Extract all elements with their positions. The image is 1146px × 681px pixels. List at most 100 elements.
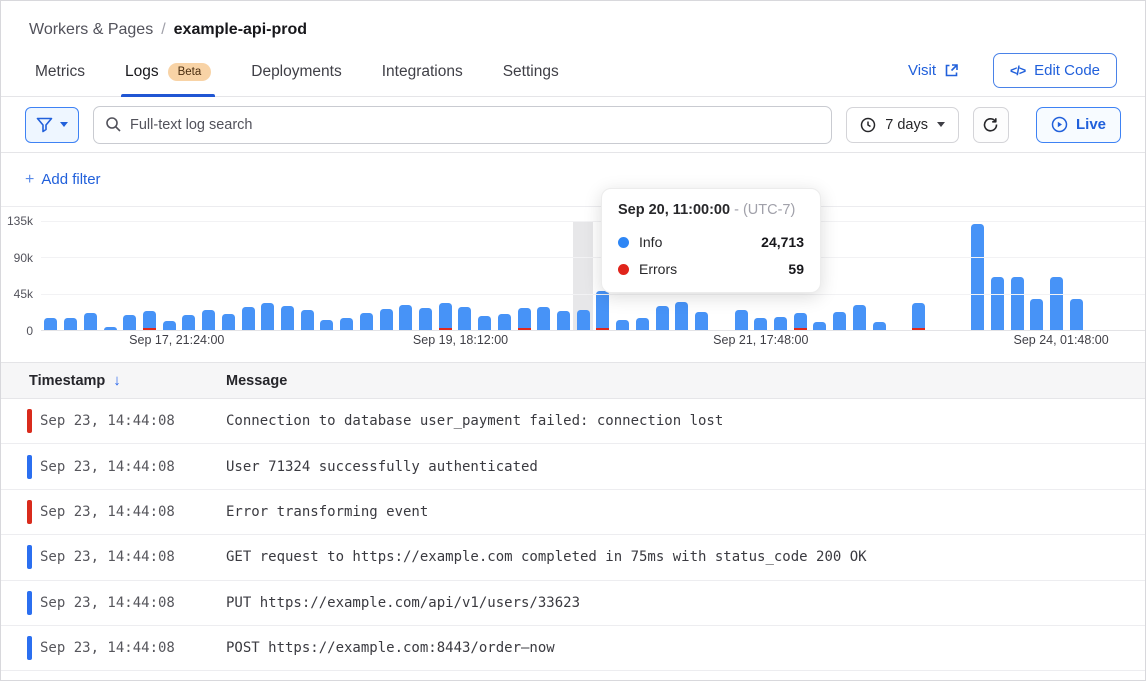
- search-input[interactable]: [93, 106, 832, 144]
- chart-bar[interactable]: [199, 221, 219, 330]
- chart-bar[interactable]: [988, 221, 1008, 330]
- refresh-button[interactable]: [973, 107, 1009, 143]
- chart-bar[interactable]: [61, 221, 81, 330]
- search-icon: [105, 116, 122, 133]
- y-axis-label: 45k: [1, 287, 33, 301]
- chart-bar[interactable]: [928, 221, 948, 330]
- live-button[interactable]: Live: [1036, 107, 1121, 143]
- log-row[interactable]: Sep 23, 14:44:08PUT https://example.com/…: [1, 581, 1145, 626]
- log-timestamp: Sep 23, 14:44:08: [1, 640, 226, 656]
- chart-bar[interactable]: [238, 221, 258, 330]
- tab-settings[interactable]: Settings: [503, 63, 559, 96]
- tab-deployments[interactable]: Deployments: [251, 63, 341, 96]
- chart-bar[interactable]: [357, 221, 377, 330]
- log-message: Error transforming event: [226, 504, 428, 520]
- log-message: Connection to database user_payment fail…: [226, 413, 723, 429]
- log-timestamp: Sep 23, 14:44:08: [1, 595, 226, 611]
- chart-bar[interactable]: [1126, 221, 1146, 330]
- chart-bar[interactable]: [120, 221, 140, 330]
- chart-bar[interactable]: [1106, 221, 1126, 330]
- log-row[interactable]: Sep 23, 14:44:08User 71324 successfully …: [1, 444, 1145, 489]
- chevron-down-icon: [60, 122, 68, 127]
- code-icon: </>: [1010, 64, 1025, 78]
- log-timestamp: Sep 23, 14:44:08: [1, 549, 226, 565]
- breadcrumb-workers-pages-link[interactable]: Workers & Pages: [29, 21, 153, 39]
- chart-bar[interactable]: [435, 221, 455, 330]
- funnel-icon: [36, 117, 53, 133]
- log-row[interactable]: Sep 23, 14:44:08POST https://example.com…: [1, 626, 1145, 671]
- tooltip-row: Info 24,713: [618, 234, 804, 250]
- chart-bar[interactable]: [475, 221, 495, 330]
- chart-bar[interactable]: [140, 221, 160, 330]
- chart-bar[interactable]: [376, 221, 396, 330]
- severity-indicator-error: [27, 500, 32, 524]
- chart-bar[interactable]: [337, 221, 357, 330]
- column-header-timestamp[interactable]: Timestamp ↓: [1, 372, 226, 389]
- chart-bar[interactable]: [317, 221, 337, 330]
- log-row[interactable]: Sep 23, 14:44:08Error transforming event: [1, 490, 1145, 535]
- chart-bar[interactable]: [416, 221, 436, 330]
- chart-bar[interactable]: [1086, 221, 1106, 330]
- chart-bar[interactable]: [495, 221, 515, 330]
- add-filter-button[interactable]: + Add filter: [25, 171, 101, 189]
- edit-code-button[interactable]: </> Edit Code: [993, 53, 1117, 88]
- log-table-header: Timestamp ↓ Message: [1, 362, 1145, 399]
- legend-dot-icon: [618, 237, 629, 248]
- chart-bar[interactable]: [573, 221, 593, 330]
- log-message: User 71324 successfully authenticated: [226, 459, 538, 475]
- log-row[interactable]: Sep 23, 14:44:08Connection to database u…: [1, 399, 1145, 444]
- chart-bar[interactable]: [218, 221, 238, 330]
- log-timestamp: Sep 23, 14:44:08: [1, 413, 226, 429]
- breadcrumb-current-project: example-api-prod: [174, 21, 307, 39]
- column-header-message: Message: [226, 373, 287, 389]
- chart-bar[interactable]: [849, 221, 869, 330]
- log-message: POST https://example.com:8443/order–now: [226, 640, 555, 656]
- chart-bar[interactable]: [159, 221, 179, 330]
- chart-bar[interactable]: [1007, 221, 1027, 330]
- tooltip-series-value: 24,713: [761, 234, 804, 250]
- gridline: [41, 257, 1145, 258]
- tab-metrics[interactable]: Metrics: [35, 63, 85, 96]
- x-axis-label: Sep 19, 18:12:00: [413, 333, 508, 347]
- log-row[interactable]: Sep 23, 14:44:08GET request to https://e…: [1, 535, 1145, 580]
- chart-bar[interactable]: [80, 221, 100, 330]
- tab-integrations[interactable]: Integrations: [382, 63, 463, 96]
- gridline: [41, 221, 1145, 222]
- chart-bar[interactable]: [100, 221, 120, 330]
- chart-bar[interactable]: [869, 221, 889, 330]
- beta-badge: Beta: [168, 63, 212, 81]
- chart-bar[interactable]: [1066, 221, 1086, 330]
- log-volume-chart: 135k90k45k0 Sep 17, 21:24:00Sep 19, 18:1…: [1, 207, 1145, 353]
- chart-bar[interactable]: [1047, 221, 1067, 330]
- tooltip-series-label: Errors: [639, 261, 677, 277]
- chart-bar[interactable]: [41, 221, 61, 330]
- severity-indicator-error: [27, 409, 32, 433]
- chart-bar[interactable]: [455, 221, 475, 330]
- chart-bar[interactable]: [909, 221, 929, 330]
- tooltip-row: Errors59: [618, 261, 804, 277]
- log-toolbar: 7 days Live: [1, 97, 1145, 153]
- tab-logs[interactable]: Logs Beta: [125, 63, 211, 96]
- chart-bar[interactable]: [554, 221, 574, 330]
- time-range-dropdown[interactable]: 7 days: [846, 107, 959, 143]
- chart-bar[interactable]: [514, 221, 534, 330]
- chart-bar[interactable]: [1027, 221, 1047, 330]
- chart-bar[interactable]: [968, 221, 988, 330]
- chart-bar[interactable]: [278, 221, 298, 330]
- visit-link[interactable]: Visit: [908, 62, 959, 79]
- tooltip-series-label: Info: [639, 234, 662, 250]
- chart-bar[interactable]: [830, 221, 850, 330]
- chart-bar[interactable]: [396, 221, 416, 330]
- chart-bar[interactable]: [297, 221, 317, 330]
- chart-bar[interactable]: [948, 221, 968, 330]
- filter-dropdown-button[interactable]: [25, 107, 79, 143]
- chart-bar[interactable]: [258, 221, 278, 330]
- clock-icon: [860, 117, 876, 133]
- chart-bar[interactable]: [534, 221, 554, 330]
- chart-tooltip: Sep 20, 11:00:00 - (UTC-7) Info24,713Err…: [601, 188, 821, 293]
- x-axis-label: Sep 21, 17:48:00: [713, 333, 808, 347]
- severity-indicator-info: [27, 636, 32, 660]
- chart-bar[interactable]: [179, 221, 199, 330]
- gridline: [41, 294, 1145, 295]
- chart-bar[interactable]: [889, 221, 909, 330]
